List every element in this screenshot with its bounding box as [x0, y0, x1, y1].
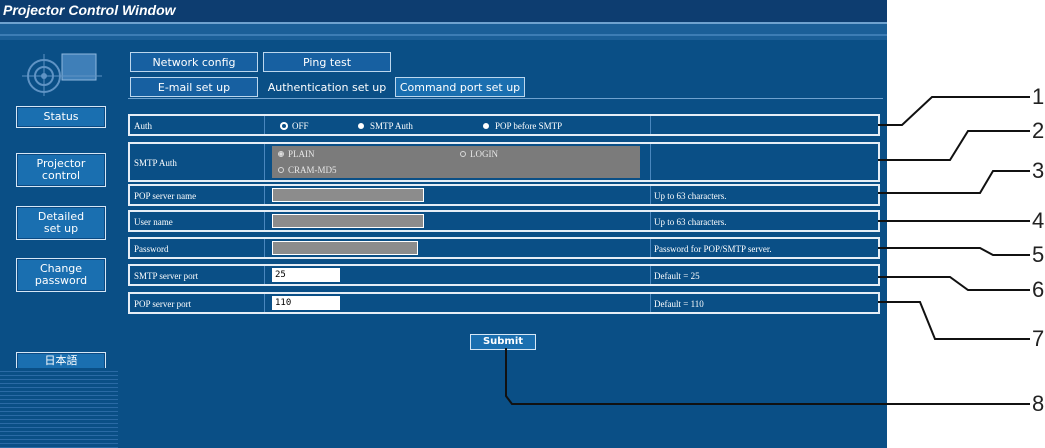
callout-lines [505, 96, 1030, 405]
callout-line-8 [505, 348, 1030, 405]
callout-line-3 [878, 170, 1030, 194]
callout-number-4: 4 [1032, 208, 1045, 233]
callout-number-1: 1 [1032, 84, 1045, 109]
callout-number-7: 7 [1032, 326, 1045, 351]
callout-number-2: 2 [1032, 118, 1045, 143]
callout-number-8: 8 [1032, 391, 1045, 416]
callout-number-6: 6 [1032, 277, 1045, 302]
callout-number-5: 5 [1032, 242, 1045, 267]
callout-line-1 [878, 96, 1030, 126]
callout-line-2 [878, 130, 1030, 161]
callout-line-5 [878, 247, 1030, 256]
callout-number-3: 3 [1032, 158, 1045, 183]
callout-line-6 [878, 276, 1030, 291]
callout-line-7 [878, 301, 1030, 340]
